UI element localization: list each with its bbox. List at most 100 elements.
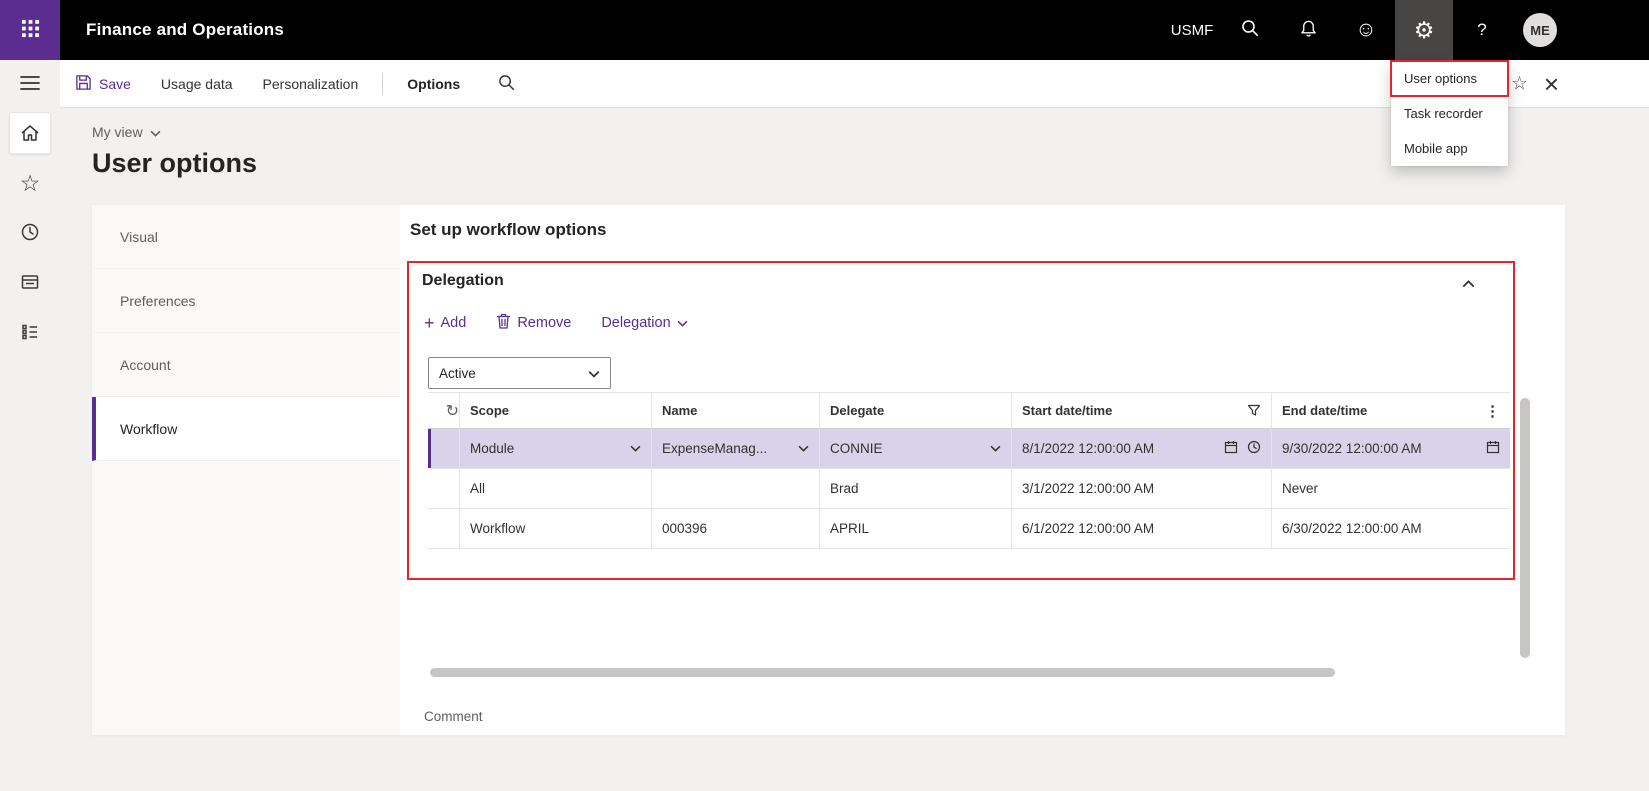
grid-refresh-cell: ↻ xyxy=(428,393,460,428)
filter-icon[interactable] xyxy=(1247,404,1261,417)
tab-account[interactable]: Account xyxy=(92,333,400,397)
end-datetime-cell[interactable]: 6/30/2022 12:00:00 AM xyxy=(1272,509,1510,548)
end-datetime-cell[interactable]: Never xyxy=(1272,469,1510,508)
nav-menu-toggle-button[interactable] xyxy=(0,60,60,108)
horizontal-scrollbar[interactable] xyxy=(430,668,1335,677)
close-icon: × xyxy=(1543,68,1559,99)
notifications-button[interactable] xyxy=(1279,0,1337,60)
nav-workspaces-button[interactable] xyxy=(0,258,60,308)
app-launcher-button[interactable] xyxy=(0,0,60,60)
plus-icon: + xyxy=(424,313,435,333)
column-header-delegate[interactable]: Delegate xyxy=(820,393,1012,428)
personalization-tab[interactable]: Personalization xyxy=(263,76,359,92)
search-icon xyxy=(1241,19,1259,41)
chevron-down-icon xyxy=(588,366,600,381)
delegate-cell[interactable]: CONNIE xyxy=(820,429,1012,468)
chevron-down-icon xyxy=(677,315,688,331)
tab-visual[interactable]: Visual xyxy=(92,205,400,269)
company-picker-button[interactable]: USMF xyxy=(1163,0,1221,60)
view-selector-label: My view xyxy=(92,124,143,140)
options-tab[interactable]: Options xyxy=(407,76,460,92)
menu-item-user-options[interactable]: User options xyxy=(1390,60,1509,97)
menu-item-mobile-app[interactable]: Mobile app xyxy=(1391,131,1508,166)
save-button[interactable]: Save xyxy=(75,74,131,94)
column-header-name[interactable]: Name xyxy=(652,393,820,428)
clock-icon xyxy=(20,222,40,245)
start-datetime-cell[interactable]: 6/1/2022 12:00:00 AM xyxy=(1012,509,1272,548)
nav-home-button[interactable] xyxy=(0,108,60,158)
global-search-button[interactable] xyxy=(1221,0,1279,60)
section-collapse-button[interactable] xyxy=(1458,272,1479,295)
help-icon: ? xyxy=(1477,20,1487,39)
clock-icon[interactable] xyxy=(1247,440,1261,457)
table-row[interactable]: Workflow 000396 APRIL 6/1/2022 12:00:00 … xyxy=(428,509,1510,549)
vertical-scrollbar[interactable] xyxy=(1520,398,1530,658)
chevron-down-icon[interactable] xyxy=(990,445,1001,452)
start-datetime-cell[interactable]: 8/1/2022 12:00:00 AM xyxy=(1012,429,1272,468)
row-select-cell[interactable] xyxy=(428,469,460,508)
feedback-button[interactable]: ☺ xyxy=(1337,0,1395,60)
scope-cell[interactable]: Workflow xyxy=(460,509,652,548)
menu-item-task-recorder[interactable]: Task recorder xyxy=(1391,96,1508,131)
scope-cell[interactable]: All xyxy=(460,469,652,508)
favorites-star-button[interactable]: ☆ xyxy=(1511,72,1528,95)
chevron-up-icon xyxy=(1462,276,1475,291)
tab-workflow[interactable]: Workflow xyxy=(92,397,400,461)
name-cell[interactable]: 000396 xyxy=(652,509,820,548)
calendar-icon[interactable] xyxy=(1486,440,1500,457)
nav-favorites-button[interactable]: ☆ xyxy=(0,158,60,208)
table-row[interactable]: All Brad 3/1/2022 12:00:00 AM Never xyxy=(428,469,1510,509)
star-icon: ☆ xyxy=(1510,73,1528,94)
close-page-button[interactable]: × xyxy=(1544,71,1559,97)
view-selector[interactable]: My view xyxy=(92,124,161,140)
start-datetime-cell[interactable]: 3/1/2022 12:00:00 AM xyxy=(1012,469,1272,508)
help-button[interactable]: ? xyxy=(1453,0,1511,60)
table-row[interactable]: Module ExpenseManag... CONNIE 8/1/2022 1… xyxy=(428,429,1510,469)
add-button[interactable]: + Add xyxy=(424,314,466,332)
smiley-icon: ☺ xyxy=(1355,18,1377,41)
nav-modules-button[interactable] xyxy=(0,308,60,358)
chevron-down-icon[interactable] xyxy=(798,445,809,452)
comment-field-label: Comment xyxy=(424,709,483,724)
status-filter-value: Active xyxy=(439,365,476,381)
workspace-window-icon xyxy=(20,272,40,295)
column-header-end[interactable]: End date/time ⋮ xyxy=(1272,393,1510,428)
delegate-cell[interactable]: APRIL xyxy=(820,509,1012,548)
tab-preferences[interactable]: Preferences xyxy=(92,269,400,333)
settings-dropdown-menu: User options Task recorder Mobile app xyxy=(1390,60,1509,166)
name-cell[interactable] xyxy=(652,469,820,508)
delegation-grid: ↻ Scope Name Delegate Start date/time En… xyxy=(428,392,1510,549)
more-options-icon[interactable]: ⋮ xyxy=(1485,402,1500,420)
star-icon: ☆ xyxy=(19,169,41,196)
chevron-down-icon[interactable] xyxy=(630,445,641,452)
hamburger-icon xyxy=(20,75,40,94)
refresh-icon[interactable]: ↻ xyxy=(446,401,459,421)
row-select-cell[interactable] xyxy=(428,509,460,548)
row-select-cell[interactable] xyxy=(428,429,460,468)
bell-icon xyxy=(1299,19,1318,42)
delegation-menu-label: Delegation xyxy=(601,315,671,331)
nav-rail: ☆ xyxy=(0,60,60,791)
column-header-scope[interactable]: Scope xyxy=(460,393,652,428)
settings-gear-button[interactable]: ⚙ xyxy=(1395,0,1453,60)
scope-cell[interactable]: Module xyxy=(460,429,652,468)
user-avatar-button[interactable]: ME xyxy=(1511,0,1569,60)
nav-recent-button[interactable] xyxy=(0,208,60,258)
delegation-toolbar: + Add Remove Delegation xyxy=(424,313,688,333)
topbar-actions: USMF ☺ ⚙ ? ME xyxy=(1163,0,1569,60)
calendar-icon[interactable] xyxy=(1224,440,1238,457)
content-heading: Set up workflow options xyxy=(410,220,607,239)
status-filter-combobox[interactable]: Active xyxy=(428,357,611,389)
delegate-cell[interactable]: Brad xyxy=(820,469,1012,508)
gear-icon: ⚙ xyxy=(1413,16,1435,43)
usage-data-tab[interactable]: Usage data xyxy=(161,76,233,92)
modules-list-icon xyxy=(20,322,40,345)
end-datetime-cell[interactable]: 9/30/2022 12:00:00 AM xyxy=(1272,429,1510,468)
action-search-button[interactable] xyxy=(498,74,515,94)
column-header-start[interactable]: Start date/time xyxy=(1012,393,1272,428)
remove-button[interactable]: Remove xyxy=(496,313,571,333)
name-cell[interactable]: ExpenseManag... xyxy=(652,429,820,468)
vertical-tab-list: Visual Preferences Account Workflow xyxy=(92,205,400,735)
chevron-down-icon xyxy=(150,124,161,140)
delegation-menu-button[interactable]: Delegation xyxy=(601,315,688,331)
